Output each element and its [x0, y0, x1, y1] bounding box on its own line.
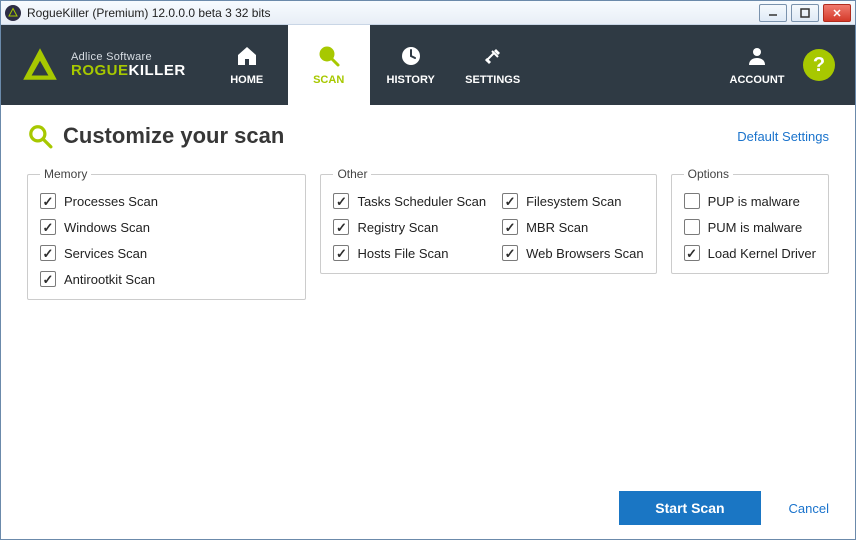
other-check-b2[interactable]: Web Browsers Scan — [502, 245, 644, 261]
memory-check-0[interactable]: Processes Scan — [40, 193, 293, 209]
default-settings-link[interactable]: Default Settings — [737, 129, 829, 144]
page-heading: Customize your scan — [27, 123, 284, 149]
checkbox-icon — [40, 193, 56, 209]
checkbox-label: PUP is malware — [708, 194, 800, 209]
tab-label: SETTINGS — [465, 74, 520, 86]
search-icon — [317, 44, 341, 68]
content: Customize your scan Default Settings Mem… — [1, 105, 855, 539]
window-controls — [759, 4, 851, 22]
search-icon — [27, 123, 53, 149]
other-check-a2[interactable]: Hosts File Scan — [333, 245, 486, 261]
minimize-button[interactable] — [759, 4, 787, 22]
checkbox-icon — [40, 219, 56, 235]
checkbox-icon — [333, 245, 349, 261]
checkbox-icon — [684, 193, 700, 209]
tab-label: ACCOUNT — [730, 74, 785, 86]
footer: Start Scan Cancel — [27, 475, 829, 525]
memory-items: Processes Scan Windows Scan Services Scan A… — [40, 193, 293, 287]
checkbox-label: Hosts File Scan — [357, 246, 448, 261]
checkbox-icon — [502, 219, 518, 235]
memory-check-1[interactable]: Windows Scan — [40, 219, 293, 235]
page-title: Customize your scan — [63, 123, 284, 149]
settings-icon — [481, 44, 505, 68]
checkbox-label: Web Browsers Scan — [526, 246, 644, 261]
checkbox-label: Load Kernel Driver — [708, 246, 816, 261]
checkbox-label: MBR Scan — [526, 220, 588, 235]
brand-name: ROGUEKILLER — [71, 63, 186, 80]
memory-check-3[interactable]: Antirootkit Scan — [40, 271, 293, 287]
options-check-1[interactable]: PUM is malware — [684, 219, 816, 235]
other-check-b1[interactable]: MBR Scan — [502, 219, 644, 235]
checkbox-icon — [40, 245, 56, 261]
app-window: RogueKiller (Premium) 12.0.0.0 beta 3 32… — [0, 0, 856, 540]
tab-label: SCAN — [313, 74, 344, 86]
memory-check-2[interactable]: Services Scan — [40, 245, 293, 261]
panel-options: Options PUP is malware PUM is malware Load… — [671, 167, 829, 274]
other-check-a1[interactable]: Registry Scan — [333, 219, 486, 235]
start-scan-button[interactable]: Start Scan — [619, 491, 760, 525]
other-check-a0[interactable]: Tasks Scheduler Scan — [333, 193, 486, 209]
nav-right: ACCOUNT — [719, 25, 795, 105]
checkbox-label: Windows Scan — [64, 220, 150, 235]
checkbox-label: Filesystem Scan — [526, 194, 621, 209]
checkbox-label: Services Scan — [64, 246, 147, 261]
header: Adlice Software ROGUEKILLER HOME SCAN HI… — [1, 25, 855, 105]
checkbox-label: Tasks Scheduler Scan — [357, 194, 486, 209]
tab-home[interactable]: HOME — [206, 25, 288, 105]
brand: Adlice Software ROGUEKILLER — [1, 25, 206, 105]
checkbox-icon — [333, 219, 349, 235]
checkbox-label: Processes Scan — [64, 194, 158, 209]
options-check-0[interactable]: PUP is malware — [684, 193, 816, 209]
checkbox-icon — [502, 245, 518, 261]
checkbox-icon — [684, 245, 700, 261]
panel-legend: Memory — [40, 167, 91, 181]
panels: Memory Processes Scan Windows Scan Service… — [27, 167, 829, 300]
window-title: RogueKiller (Premium) 12.0.0.0 beta 3 32… — [27, 6, 759, 20]
checkbox-icon — [502, 193, 518, 209]
other-check-b0[interactable]: Filesystem Scan — [502, 193, 644, 209]
checkbox-label: PUM is malware — [708, 220, 803, 235]
panel-legend: Other — [333, 167, 371, 181]
history-icon — [399, 44, 423, 68]
tab-scan[interactable]: SCAN — [288, 25, 370, 105]
home-icon — [235, 44, 259, 68]
checkbox-icon — [684, 219, 700, 235]
checkbox-label: Antirootkit Scan — [64, 272, 155, 287]
nav-tabs: HOME SCAN HISTORY SETTINGS — [206, 25, 534, 105]
checkbox-icon — [333, 193, 349, 209]
cancel-link[interactable]: Cancel — [789, 501, 829, 516]
panel-memory: Memory Processes Scan Windows Scan Service… — [27, 167, 306, 300]
brand-logo-icon — [19, 44, 61, 86]
maximize-button[interactable] — [791, 4, 819, 22]
app-icon — [5, 5, 21, 21]
brand-text: Adlice Software ROGUEKILLER — [71, 51, 186, 80]
panel-other: Other Tasks Scheduler Scan Registry Scan H… — [320, 167, 656, 274]
panel-legend: Options — [684, 167, 733, 181]
tab-history[interactable]: HISTORY — [370, 25, 452, 105]
heading-row: Customize your scan Default Settings — [27, 123, 829, 149]
checkbox-label: Registry Scan — [357, 220, 438, 235]
options-check-2[interactable]: Load Kernel Driver — [684, 245, 816, 261]
tab-settings[interactable]: SETTINGS — [452, 25, 534, 105]
checkbox-icon — [40, 271, 56, 287]
tab-label: HOME — [230, 74, 263, 86]
titlebar: RogueKiller (Premium) 12.0.0.0 beta 3 32… — [1, 1, 855, 25]
close-button[interactable] — [823, 4, 851, 22]
tab-label: HISTORY — [387, 74, 435, 86]
help-button[interactable]: ? — [803, 49, 835, 81]
account-icon — [745, 44, 769, 68]
help-icon: ? — [813, 54, 825, 77]
tab-account[interactable]: ACCOUNT — [719, 25, 795, 105]
other-cols: Tasks Scheduler Scan Registry Scan Hosts F… — [333, 193, 643, 261]
